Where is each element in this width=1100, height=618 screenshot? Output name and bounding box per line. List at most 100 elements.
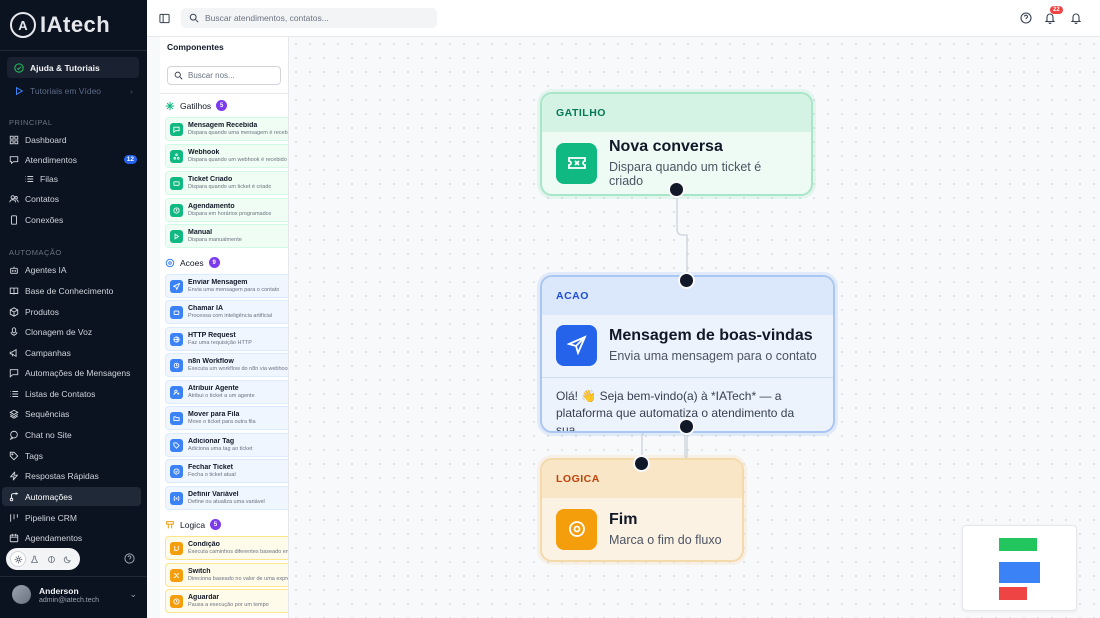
moon-half-icon[interactable]: [44, 552, 58, 566]
sidebar-item-label: Atendimentos: [25, 154, 77, 165]
component-manual[interactable]: Manual Dispara manualmente: [165, 224, 288, 248]
sidebar-item-base-conhecimento[interactable]: Base de Conhecimento: [2, 281, 141, 300]
sidebar: A IAtech Ajuda & Tutoriais Tutoriais em …: [0, 0, 147, 618]
book-icon: [9, 286, 19, 296]
component-desc: Executa caminhos diferentes baseado em c…: [188, 549, 288, 555]
component-atribuir-agente[interactable]: Atribuir Agente Atribui o ticket a um age…: [165, 380, 288, 404]
sidebar-item-label: Automações de Mensagens: [25, 367, 131, 378]
component-desc: Processa com inteligência artificial: [188, 313, 273, 319]
category-acoes[interactable]: Acoes 9: [165, 257, 220, 268]
variable-icon: [170, 491, 183, 505]
workflow-icon: [170, 358, 183, 372]
component-name: Ticket Criado: [188, 176, 233, 183]
component-name: Chamar IA: [188, 305, 224, 312]
component-name: Enviar Mensagem: [188, 279, 248, 286]
git-branch-icon: [170, 541, 183, 555]
component-desc: Envia uma mensagem para o contato: [188, 287, 280, 293]
sidebar-item-respostas-rapidas[interactable]: Respostas Rápidas: [2, 466, 141, 485]
send-icon: [170, 279, 183, 293]
sidebar-item-produtos[interactable]: Produtos: [2, 302, 141, 321]
help-icon[interactable]: [1020, 12, 1032, 24]
moon-icon[interactable]: [61, 552, 75, 566]
components-search[interactable]: [167, 66, 281, 85]
category-name: Acoes: [180, 257, 204, 268]
global-search[interactable]: [181, 8, 437, 28]
sidebar-item-label: Contatos: [25, 193, 60, 204]
message-icon: [170, 122, 183, 136]
sidebar-item-conexoes[interactable]: Conexões: [2, 210, 141, 229]
component-desc: Fecha o ticket atual: [188, 472, 236, 478]
sidebar-item-sequencias[interactable]: Sequências: [2, 404, 141, 423]
component-http-request[interactable]: HTTP Request Faz uma requisição HTTP: [165, 327, 288, 351]
chevron-right-icon: ›: [130, 85, 133, 96]
handle-acao-out[interactable]: [678, 418, 695, 435]
components-search-input[interactable]: [188, 71, 278, 80]
component-desc: Dispara quando um ticket é criado: [188, 184, 272, 190]
component-definir-variavel[interactable]: Definir Variável Define ou atualiza uma v…: [165, 486, 288, 510]
sidebar-item-listas-contatos[interactable]: Listas de Contatos: [2, 384, 141, 403]
sidebar-item-videos[interactable]: Tutoriais em Vídeo ›: [7, 80, 139, 101]
component-name: Manual: [188, 229, 213, 236]
component-enviar-mensagem[interactable]: Enviar Mensagem Envia uma mensagem para o…: [165, 274, 288, 298]
flask-icon[interactable]: [28, 552, 42, 566]
node-acao[interactable]: ACAO Mensagem de boas-vindas Envia uma m…: [540, 275, 835, 433]
sidebar-item-filas[interactable]: Filas: [2, 169, 141, 188]
component-name: Fechar Ticket: [188, 464, 234, 471]
components-panel: Componentes Gatilhos 5 Mensagem Recebida…: [160, 37, 289, 618]
component-mover-fila[interactable]: Mover para Fila Move o ticket para outra …: [165, 406, 288, 430]
node-logica[interactable]: LOGICA Fim Marca o fim do fluxo: [540, 458, 744, 562]
user-menu[interactable]: Anderson admin@iatech.tech ⌄: [12, 585, 137, 604]
sun-icon[interactable]: [11, 552, 26, 566]
minimap[interactable]: [962, 525, 1077, 611]
sidebar-item-agentes-ia[interactable]: Agentes IA: [2, 260, 141, 279]
megaphone-icon: [9, 348, 19, 358]
handle-gatilho-out[interactable]: [668, 181, 685, 198]
sidebar-item-contatos[interactable]: Contatos: [2, 189, 141, 208]
category-gatilhos[interactable]: Gatilhos 5: [165, 100, 228, 111]
component-chamar-ia[interactable]: Chamar IA Processa com inteligência artif…: [165, 300, 288, 324]
component-name: HTTP Request: [188, 332, 236, 339]
category-count: 9: [208, 257, 220, 268]
chat-icon: [9, 155, 19, 165]
panel-toggle-icon[interactable]: [159, 13, 170, 24]
component-aguardar[interactable]: Aguardar Pausa a execução por um tempo: [165, 589, 288, 613]
sidebar-item-label: Chat no Site: [25, 429, 72, 440]
component-webhook[interactable]: Webhook Dispara quando um webhook é receb…: [165, 144, 288, 168]
component-mensagem-recebida[interactable]: Mensagem Recebida Dispara quando uma mens…: [165, 117, 288, 141]
sidebar-item-label: Tutoriais em Vídeo: [30, 85, 102, 96]
component-ticket-criado[interactable]: Ticket Criado Dispara quando um ticket é …: [165, 171, 288, 195]
sidebar-item-tags[interactable]: Tags: [2, 446, 141, 465]
search-icon: [189, 13, 199, 23]
handle-logica-in[interactable]: [633, 455, 650, 472]
component-agendamento[interactable]: Agendamento Dispara em horários programad…: [165, 198, 288, 222]
search-input[interactable]: [205, 13, 425, 23]
component-n8n-workflow[interactable]: n8n Workflow Executa um workflow do n8n v…: [165, 353, 288, 377]
category-logica[interactable]: Logica 5: [165, 519, 222, 530]
sidebar-item-pipeline-crm[interactable]: Pipeline CRM: [2, 508, 141, 527]
sparkle-icon: [165, 101, 175, 110]
node-title: Mensagem de boas-vindas: [609, 327, 813, 344]
component-desc: Pausa a execução por um tempo: [188, 602, 269, 608]
component-condicao[interactable]: Condição Executa caminhos diferentes base…: [165, 536, 288, 560]
logo[interactable]: A IAtech: [10, 10, 110, 40]
sidebar-item-help[interactable]: Ajuda & Tutoriais: [7, 57, 139, 78]
sidebar-item-agendamentos[interactable]: Agendamentos: [2, 528, 141, 547]
flow-canvas[interactable]: GATILHO Nova conversa Dispara quando um …: [289, 37, 1100, 618]
sidebar-item-chat-site[interactable]: Chat no Site: [2, 425, 141, 444]
sidebar-item-campanhas[interactable]: Campanhas: [2, 343, 141, 362]
help-circle-icon[interactable]: [124, 553, 135, 564]
check-circle-icon: [170, 464, 183, 478]
component-adicionar-tag[interactable]: Adicionar Tag Adiciona uma tag ao ticket: [165, 433, 288, 457]
user-email: admin@iatech.tech: [39, 596, 100, 604]
ticket-icon: [170, 176, 183, 190]
sidebar-item-automacoes-mensagens[interactable]: Automações de Mensagens: [2, 363, 141, 382]
bell-outline-icon[interactable]: [1070, 12, 1082, 24]
sidebar-item-clonagem-voz[interactable]: Clonagem de Voz: [2, 322, 141, 341]
component-switch[interactable]: Switch Direciona baseado no valor de uma …: [165, 563, 288, 587]
sidebar-item-dashboard[interactable]: Dashboard: [2, 130, 141, 149]
sidebar-item-automacoes[interactable]: Automações: [2, 487, 141, 506]
component-fechar-ticket[interactable]: Fechar Ticket Fecha o ticket atual: [165, 459, 288, 483]
handle-acao-in[interactable]: [678, 272, 695, 289]
folder-icon: [170, 411, 183, 425]
sidebar-item-atendimentos[interactable]: Atendimentos 12: [2, 150, 141, 169]
